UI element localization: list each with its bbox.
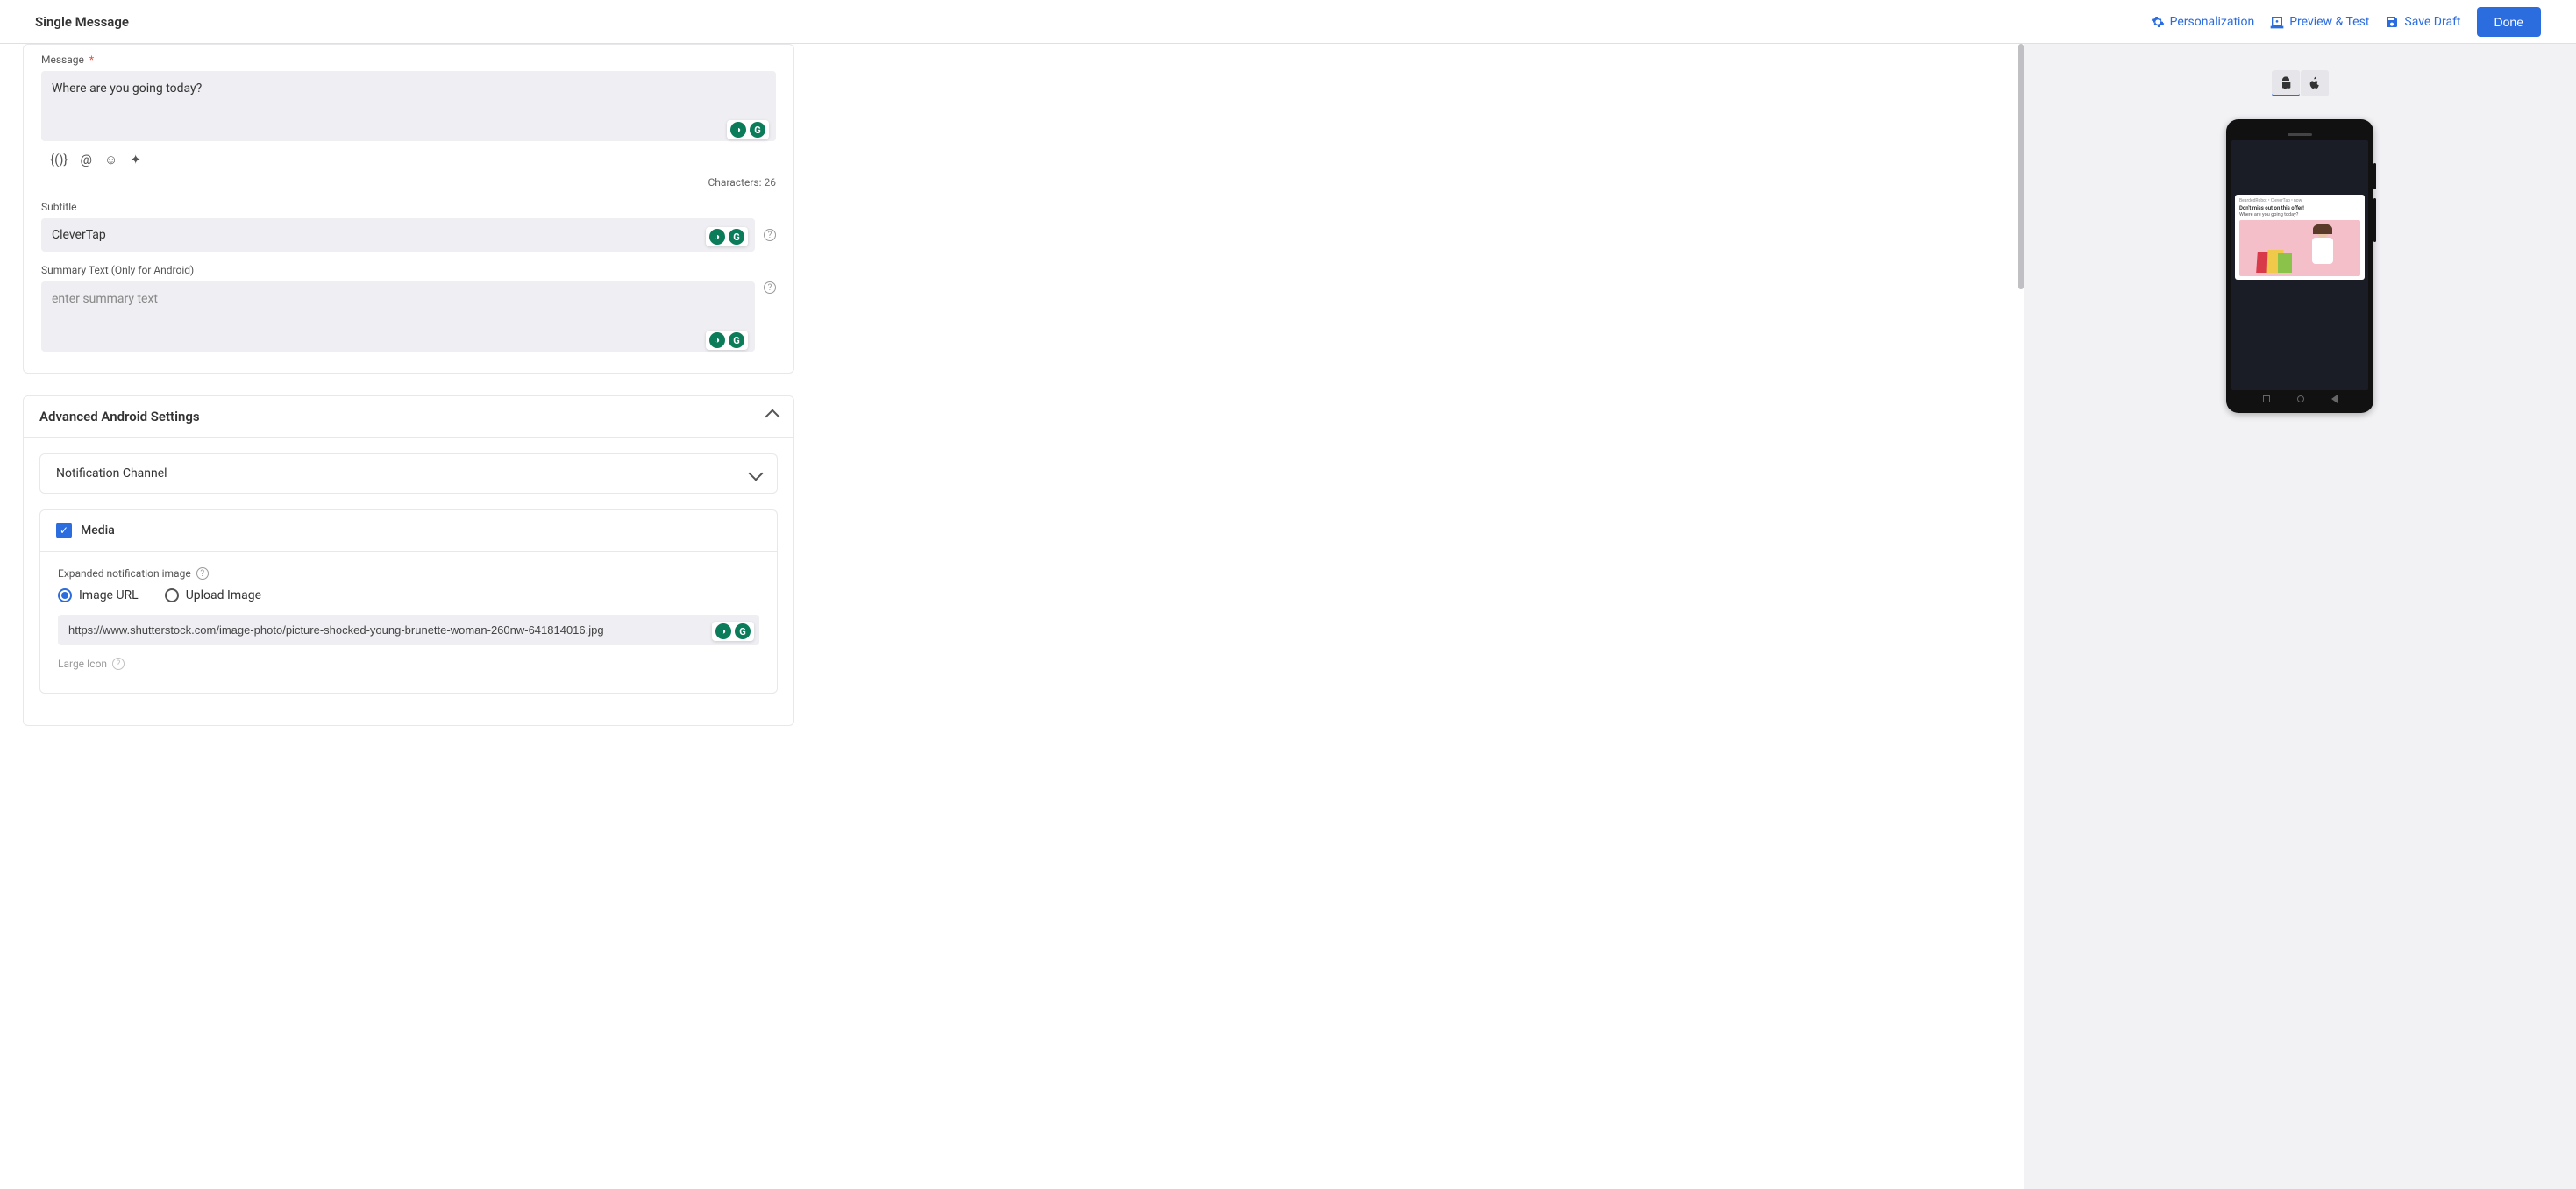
expanded-image-label-text: Expanded notification image — [58, 567, 191, 580]
apple-icon — [2308, 76, 2322, 90]
main-layout: Message * ◑ G {()} @ ☺ ✦ Characters: 26 — [0, 44, 2576, 1189]
grammarly-icon[interactable]: G — [729, 332, 744, 348]
preview-panel: BeardedRobot • CleverTap • now Don't mis… — [2024, 44, 2576, 1189]
help-icon[interactable]: ? — [112, 658, 125, 670]
topbar-actions: Personalization Preview & Test Save Draf… — [2151, 7, 2541, 37]
ios-tab[interactable] — [2301, 70, 2329, 96]
notif-title: Don't miss out on this offer! — [2239, 205, 2360, 211]
chevron-up-icon — [765, 409, 780, 424]
subtitle-row: ◑ G ? — [41, 218, 776, 252]
message-field-wrap: ◑ G — [41, 71, 776, 145]
phone-nav-buttons — [2231, 390, 2368, 408]
large-icon-label-text: Large Icon — [58, 658, 107, 670]
scrollbar-thumb[interactable] — [2018, 44, 2024, 289]
bulb-icon[interactable]: ◑ — [709, 229, 725, 245]
help-icon[interactable]: ? — [196, 567, 209, 580]
notif-image — [2239, 220, 2360, 276]
personalization-button[interactable]: Personalization — [2151, 15, 2255, 29]
media-header[interactable]: ✓ Media — [40, 510, 777, 551]
subtitle-input[interactable] — [41, 218, 755, 252]
message-label-text: Message — [41, 53, 84, 66]
grammarly-badges: ◑ G — [727, 120, 769, 139]
notification-channel-header[interactable]: Notification Channel — [40, 454, 777, 493]
image-url-label: Image URL — [79, 588, 139, 602]
mention-icon[interactable]: @ — [81, 152, 92, 167]
grammarly-icon[interactable]: G — [729, 229, 744, 245]
media-section: ✓ Media Expanded notification image ? — [39, 509, 778, 694]
nav-back-icon — [2331, 395, 2338, 403]
left-panel: Message * ◑ G {()} @ ☺ ✦ Characters: 26 — [0, 44, 2024, 1189]
preview-test-button[interactable]: Preview & Test — [2270, 15, 2369, 29]
bulb-icon[interactable]: ◑ — [709, 332, 725, 348]
bulb-icon[interactable]: ◑ — [730, 122, 746, 138]
save-icon — [2385, 15, 2399, 29]
preview-test-label: Preview & Test — [2289, 15, 2369, 29]
image-url-option[interactable]: Image URL — [58, 588, 139, 602]
notification-channel-section: Notification Channel — [39, 453, 778, 494]
message-card: Message * ◑ G {()} @ ☺ ✦ Characters: 26 — [23, 44, 794, 374]
advanced-android-title: Advanced Android Settings — [39, 409, 200, 424]
grammarly-icon[interactable]: G — [735, 623, 751, 639]
required-asterisk: * — [89, 53, 94, 66]
upload-image-option[interactable]: Upload Image — [165, 588, 261, 602]
message-label: Message * — [41, 53, 776, 66]
phone-speaker — [2288, 133, 2312, 136]
message-input[interactable] — [41, 71, 776, 141]
large-icon-label: Large Icon ? — [58, 658, 759, 670]
expanded-image-label: Expanded notification image ? — [58, 567, 759, 580]
media-checkbox[interactable]: ✓ — [56, 523, 72, 538]
sparkle-icon[interactable]: ✦ — [130, 152, 141, 167]
notification-channel-title: Notification Channel — [56, 466, 167, 481]
notif-meta: BeardedRobot • CleverTap • now — [2239, 198, 2360, 203]
nav-home-icon — [2297, 395, 2304, 402]
grammarly-badges-summary: ◑ G — [706, 331, 748, 350]
save-draft-button[interactable]: Save Draft — [2385, 15, 2460, 29]
phone-side-button-2 — [2373, 198, 2376, 242]
platform-tabs — [2272, 70, 2329, 96]
advanced-android-section: Advanced Android Settings Notification C… — [23, 395, 794, 726]
help-icon[interactable]: ? — [764, 229, 776, 241]
upload-image-label: Upload Image — [186, 588, 261, 602]
char-count: Characters: 26 — [41, 176, 776, 189]
subtitle-label: Subtitle — [41, 201, 776, 213]
nav-recents-icon — [2263, 395, 2270, 402]
top-bar: Single Message Personalization Preview &… — [0, 0, 2576, 44]
image-url-wrap: ◑ G — [58, 615, 759, 645]
android-icon — [2279, 75, 2293, 89]
help-icon[interactable]: ? — [764, 281, 776, 294]
summary-label: Summary Text (Only for Android) — [41, 264, 755, 276]
phone-screen: BeardedRobot • CleverTap • now Don't mis… — [2231, 140, 2368, 390]
grammarly-badges-url: ◑ G — [712, 622, 754, 641]
message-toolbar: {()} @ ☺ ✦ — [41, 145, 776, 171]
emoji-icon[interactable]: ☺ — [104, 152, 117, 167]
scrollbar[interactable] — [2018, 44, 2024, 1189]
bulb-icon[interactable]: ◑ — [715, 623, 731, 639]
summary-input[interactable] — [41, 281, 755, 352]
media-title: Media — [81, 523, 115, 538]
personalization-label: Personalization — [2170, 15, 2255, 29]
grammarly-badges-subtitle: ◑ G — [706, 227, 748, 246]
image-source-radio: Image URL Upload Image — [58, 588, 759, 602]
liquid-icon[interactable]: {()} — [50, 152, 68, 167]
gear-icon — [2151, 15, 2165, 29]
phone-preview: BeardedRobot • CleverTap • now Don't mis… — [2226, 119, 2373, 413]
grammarly-icon[interactable]: G — [750, 122, 765, 138]
advanced-android-body: Notification Channel ✓ Media — [24, 438, 793, 725]
image-url-input[interactable] — [58, 615, 759, 645]
media-body: Expanded notification image ? Image URL — [40, 551, 777, 693]
chevron-down-icon — [749, 466, 764, 481]
save-draft-label: Save Draft — [2404, 15, 2460, 29]
phone-side-button — [2373, 163, 2376, 189]
notification-preview: BeardedRobot • CleverTap • now Don't mis… — [2235, 195, 2365, 280]
advanced-android-header[interactable]: Advanced Android Settings — [24, 396, 793, 438]
page-title: Single Message — [35, 14, 129, 30]
done-button[interactable]: Done — [2477, 7, 2541, 37]
preview-icon — [2270, 15, 2284, 29]
android-tab[interactable] — [2272, 70, 2300, 96]
notif-body: Where are you going today? — [2239, 212, 2360, 217]
